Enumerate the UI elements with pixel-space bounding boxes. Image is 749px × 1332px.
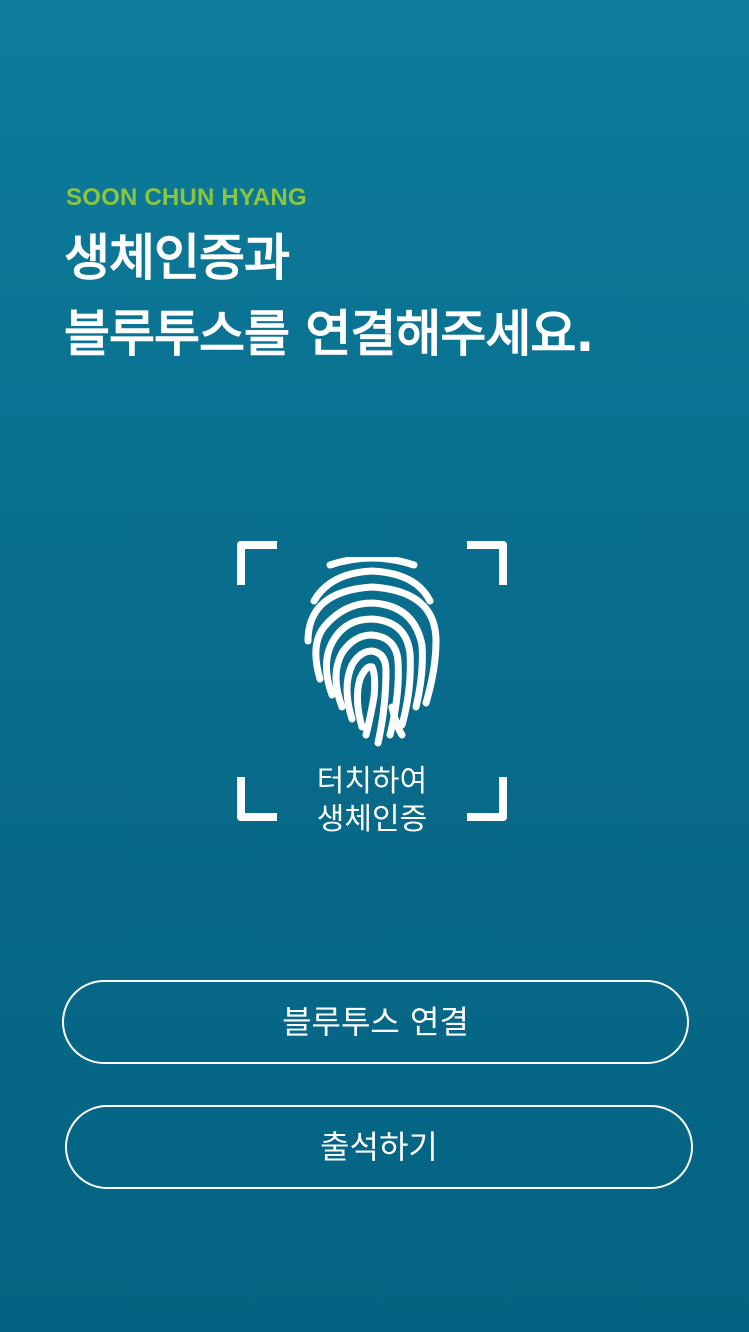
attendance-button[interactable]: 출석하기: [65, 1105, 693, 1189]
scan-frame-corner-top-right: [467, 541, 507, 585]
biometric-touch-area[interactable]: 터치하여 생체인증: [237, 541, 507, 837]
bluetooth-connect-button[interactable]: 블루투스 연결: [62, 980, 689, 1064]
touch-label-line-1: 터치하여: [316, 764, 428, 799]
touch-to-authenticate-label: 터치하여 생체인증: [237, 763, 507, 839]
page-title-line-1: 생체인증과: [64, 229, 290, 287]
page-title: 생체인증과 블루투스를 연결해주세요.: [64, 220, 734, 372]
page-title-line-2: 블루투스를 연결해주세요.: [64, 305, 594, 363]
fingerprint-icon[interactable]: [304, 557, 440, 747]
scan-frame-corner-top-left: [237, 541, 277, 585]
brand-label: SOON CHUN HYANG: [66, 184, 307, 211]
touch-label-line-2: 생체인증: [316, 802, 428, 837]
